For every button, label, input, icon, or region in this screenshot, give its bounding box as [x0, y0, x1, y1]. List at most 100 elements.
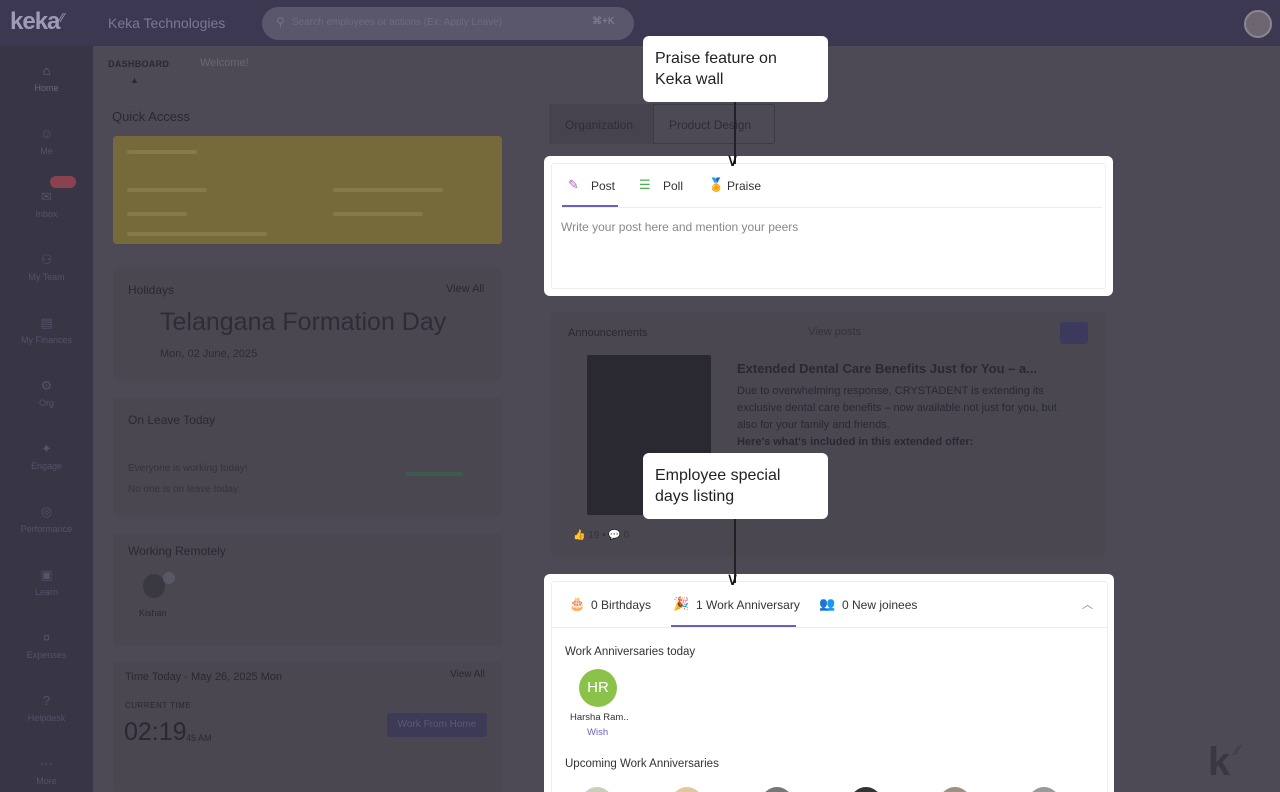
search-placeholder: Search employees or actions (Ex: Apply L… — [292, 17, 503, 28]
sidebar-item-inbox[interactable]: ✉ Inbox — [0, 189, 93, 219]
quick-access-title: Quick Access — [112, 109, 191, 124]
announcement-headline[interactable]: Extended Dental Care Benefits Just for Y… — [737, 361, 1037, 376]
current-time-label: CURRENT TIME — [125, 701, 192, 710]
announcements-title: Announcements — [568, 327, 648, 339]
sidebar-item-label: Inbox — [35, 209, 58, 219]
medal-icon: 🏅 — [708, 177, 725, 192]
announcement-body-bold: Here's what's included in this extended … — [737, 436, 974, 448]
engage-icon: ✦ — [41, 441, 52, 456]
current-time-seconds: 45 AM — [186, 733, 212, 743]
org-icon: ⚙ — [40, 378, 53, 393]
remote-employee-name: Kishan — [139, 608, 167, 618]
cake-icon: 🎂 — [569, 596, 586, 611]
quick-access-card[interactable] — [113, 136, 502, 244]
user-avatar[interactable] — [1244, 10, 1272, 38]
sidebar-item-performance[interactable]: ◎ Performance — [0, 504, 93, 534]
me-icon: ☺ — [39, 126, 54, 141]
sidebar-item-learn[interactable]: ▣ Learn — [0, 567, 93, 597]
sidebar-item-my-team[interactable]: ⚇ My Team — [0, 252, 93, 282]
tab-active-caret-icon: ▲ — [130, 75, 139, 85]
learn-icon: ▣ — [40, 567, 53, 582]
praise-callout: Praise feature on Keka wall — [643, 36, 828, 102]
finances-icon: ▤ — [40, 315, 53, 330]
post-input[interactable]: Write your post here and mention your pe… — [561, 220, 798, 234]
tab-new-joinees[interactable]: 0 New joinees — [842, 598, 917, 612]
tab-poll[interactable]: Poll — [663, 179, 683, 193]
time-view-all-link[interactable]: View All — [450, 669, 485, 680]
holiday-name: Telangana Formation Day — [160, 308, 447, 336]
holidays-view-all-link[interactable]: View All — [446, 283, 484, 295]
company-name: Keka Technologies — [108, 15, 226, 31]
sidebar-item-my-finances[interactable]: ▤ My Finances — [0, 315, 93, 345]
tab-welcome[interactable]: Welcome! — [200, 57, 249, 69]
people-icon: 👥 — [819, 596, 836, 611]
party-icon: 🎉 — [673, 596, 690, 611]
remote-status-icon — [163, 572, 175, 584]
more-icon: ⋯ — [40, 756, 53, 771]
upcoming-anniversaries-title: Upcoming Work Anniversaries — [565, 758, 719, 770]
sidebar-item-label: More — [36, 776, 57, 786]
tab-post[interactable]: Post — [591, 179, 615, 193]
praise-arrow-icon: ∨ — [726, 150, 740, 170]
announcement-reactions[interactable]: 👍 19 • 💬 0 — [573, 530, 629, 541]
sidebar-item-label: Expenses — [26, 650, 67, 660]
special-arrow-icon: ∨ — [726, 569, 740, 589]
search-shortcut: ⌘+K — [592, 16, 615, 27]
sidebar-item-engage[interactable]: ✦ Engage — [0, 441, 93, 471]
remote-employee-avatar[interactable] — [143, 574, 165, 598]
logo-spark-icon: ⁄⁄ — [60, 10, 65, 25]
sidebar-item-label: Org — [38, 398, 54, 408]
tab-dashboard[interactable]: DASHBOARD — [108, 59, 169, 69]
tab-praise[interactable]: Praise — [727, 179, 761, 193]
time-today-title: Time Today - May 26, 2025 Mon — [125, 671, 283, 683]
sidebar-item-label: My Finances — [20, 335, 73, 345]
myteam-icon: ⚇ — [40, 252, 53, 267]
employee-name: Harsha Ram.. — [570, 712, 629, 723]
work-anniversaries-today-title: Work Anniversaries today — [565, 646, 696, 658]
on-leave-subtext: No one is on leave today. — [128, 484, 241, 495]
sidebar-item-label: Home — [34, 83, 59, 93]
pencil-icon: ✎ — [568, 177, 579, 192]
special-days-callout: Employee special days listing — [643, 453, 828, 519]
sidebar-item-label: My Team — [28, 272, 65, 282]
sidebar-item-label: Learn — [34, 587, 59, 597]
tab-product-design[interactable]: Product Design — [669, 118, 751, 132]
employee-avatar[interactable]: HR — [579, 669, 617, 707]
view-posts-link[interactable]: View posts — [808, 326, 861, 338]
work-from-home-button[interactable]: Work From Home — [387, 713, 487, 737]
announcement-add-button[interactable] — [1060, 322, 1088, 344]
sidebar-item-helpdesk[interactable]: ? Helpdesk — [0, 693, 93, 723]
sidebar-item-expenses[interactable]: ¤ Expenses — [0, 630, 93, 660]
sidebar-item-label: Me — [40, 146, 53, 156]
tab-organization-label: Organization — [565, 118, 634, 132]
on-leave-text: Everyone is working today! — [128, 463, 248, 474]
sidebar-item-label: Helpdesk — [27, 713, 66, 723]
sidebar-item-more[interactable]: ⋯ More — [0, 756, 93, 786]
search-icon: ⚲ — [276, 15, 285, 29]
sidebar-item-label: Performance — [20, 524, 73, 534]
collapse-chevron-icon[interactable]: ︿ — [1082, 596, 1093, 612]
inbox-badge — [50, 176, 76, 188]
poll-icon: ☰ — [639, 177, 651, 192]
inbox-icon: ✉ — [41, 189, 52, 204]
holidays-title: Holidays — [128, 283, 175, 297]
sidebar-item-label: Engage — [30, 461, 63, 471]
tab-work-anniversary[interactable]: 1 Work Anniversary — [696, 598, 800, 612]
announcement-body: Due to overwhelming response, CRYSTADENT… — [737, 383, 1067, 451]
wish-link[interactable]: Wish — [587, 727, 608, 738]
watermark-spark-icon: ⁄⁄ — [1235, 742, 1240, 758]
home-icon: ⌂ — [42, 63, 51, 78]
expenses-icon: ¤ — [42, 630, 51, 645]
sidebar-item-me[interactable]: ☺ Me — [0, 126, 93, 156]
special-days-divider — [551, 627, 1108, 628]
sidebar-item-home[interactable]: ⌂ Home — [0, 63, 93, 93]
sidebar — [0, 46, 93, 792]
on-leave-illustration — [405, 472, 463, 476]
sidebar-item-org[interactable]: ⚙ Org — [0, 378, 93, 408]
keka-logo[interactable]: keka — [10, 8, 60, 36]
post-divider — [562, 207, 1102, 208]
keka-watermark-logo: k — [1208, 740, 1231, 784]
announcement-body-text: Due to overwhelming response, CRYSTADENT… — [737, 385, 1057, 431]
tab-birthdays[interactable]: 0 Birthdays — [591, 598, 651, 612]
helpdesk-icon: ? — [42, 693, 51, 708]
